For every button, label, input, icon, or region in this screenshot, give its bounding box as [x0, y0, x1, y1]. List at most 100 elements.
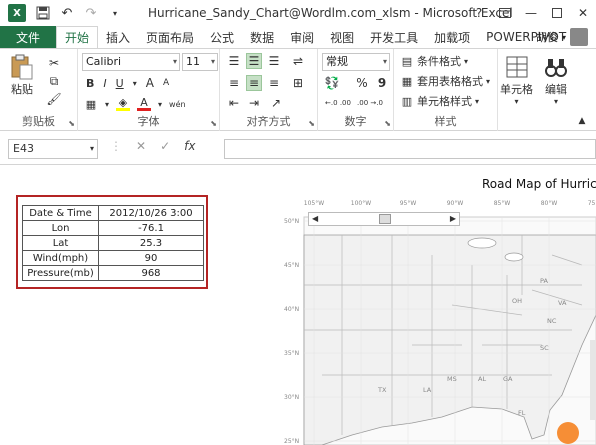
row-value[interactable]: -76.1	[98, 220, 204, 236]
wrap-text-icon[interactable]: ⇌	[290, 53, 306, 69]
grow-font-button[interactable]: A	[146, 76, 154, 90]
tab-addins[interactable]: 加载项	[426, 26, 478, 48]
row-value[interactable]: 2012/10/26 3:00	[98, 205, 204, 221]
number-group-label: 数字	[344, 115, 367, 128]
increase-indent-icon[interactable]: ⇥	[246, 95, 262, 111]
clipboard-icon	[8, 53, 36, 81]
copy-icon[interactable]: ⧉	[46, 73, 62, 89]
latitude-tick-label: 45°N	[284, 262, 299, 269]
dialog-launcher-icon[interactable]: ⬊	[210, 119, 217, 128]
increase-decimal-button[interactable]: ←.0 .00	[324, 95, 352, 111]
name-box[interactable]: E43 ▾	[8, 139, 98, 159]
cancel-icon[interactable]: ✕	[136, 139, 146, 153]
cell-styles-button[interactable]: ▥ 单元格样式 ▾	[400, 93, 479, 109]
help-icon[interactable]: ?	[466, 0, 492, 26]
redo-icon[interactable]: ↷	[82, 4, 100, 22]
scroll-left-icon[interactable]: ◀	[312, 214, 318, 223]
tab-data[interactable]: 数据	[242, 26, 282, 48]
format-table-button[interactable]: ▦ 套用表格格式 ▾	[400, 73, 490, 89]
row-label[interactable]: Pressure(mb)	[22, 265, 99, 281]
longitude-tick-label: 105°W	[304, 200, 324, 207]
paste-button[interactable]: 粘贴	[8, 53, 36, 97]
shrink-font-button[interactable]: A	[163, 78, 169, 88]
font-name-select[interactable]: Calibri ▾	[82, 53, 180, 71]
data-table: Date & Time 2012/10/26 3:00 Lon -76.1 Lat 25.…	[16, 195, 208, 289]
close-icon[interactable]: ✕	[570, 0, 596, 26]
insert-function-icon[interactable]: fx	[184, 139, 195, 153]
ribbon: 粘贴 ✂ ⧉ 🖌 剪贴板 ⬊ Calibri ▾ 11 ▾ B I U ▾ A …	[0, 48, 596, 131]
longitude-tick-label: 95°W	[400, 200, 417, 207]
align-left-icon[interactable]: ≡	[226, 75, 242, 91]
bold-button[interactable]: B	[86, 77, 94, 90]
underline-button[interactable]: U	[116, 77, 124, 90]
vertical-scrollbar[interactable]	[590, 340, 596, 420]
dialog-launcher-icon[interactable]: ⬊	[308, 119, 315, 128]
scroll-right-icon[interactable]: ▶	[450, 214, 456, 223]
percent-button[interactable]: %	[354, 75, 370, 91]
formula-input[interactable]	[224, 139, 596, 159]
decrease-indent-icon[interactable]: ⇤	[226, 95, 242, 111]
row-value[interactable]: 90	[98, 250, 204, 266]
orientation-icon[interactable]: ↗	[268, 95, 284, 111]
align-bottom-icon[interactable]: ☰	[266, 53, 282, 69]
align-top-icon[interactable]: ☰	[226, 53, 242, 69]
maximize-icon[interactable]	[544, 0, 570, 26]
tab-file[interactable]: 文件	[0, 26, 56, 48]
minimize-icon[interactable]: —	[518, 0, 544, 26]
currency-icon[interactable]: 💱	[324, 75, 340, 91]
tab-page-layout[interactable]: 页面布局	[138, 26, 202, 48]
number-format-select[interactable]: 常规 ▾	[322, 53, 390, 71]
save-icon[interactable]	[34, 4, 52, 22]
align-center-icon[interactable]: ≡	[246, 75, 262, 91]
align-middle-icon[interactable]: ☰	[246, 53, 262, 69]
editing-button[interactable]: 编辑 ▾	[542, 53, 570, 106]
row-label[interactable]: Date & Time	[22, 205, 99, 221]
row-value[interactable]: 968	[98, 265, 204, 281]
storm-position-marker[interactable]	[557, 422, 579, 444]
phonetic-button[interactable]: wén	[169, 100, 186, 109]
customize-icon[interactable]: ▾	[106, 4, 124, 22]
align-right-icon[interactable]: ≡	[266, 75, 282, 91]
tab-home[interactable]: 开始	[56, 26, 99, 48]
scroll-thumb[interactable]	[379, 214, 391, 224]
font-size-select[interactable]: 11 ▾	[182, 53, 218, 71]
italic-button[interactable]: I	[103, 77, 106, 90]
dialog-launcher-icon[interactable]: ⬊	[68, 119, 75, 128]
merge-center-icon[interactable]: ⊞	[290, 75, 306, 91]
user-account[interactable]: 胡俊 ▾	[536, 26, 588, 48]
row-label[interactable]: Wind(mph)	[22, 250, 99, 266]
ribbon-tabs: 文件 开始 插入 页面布局 公式 数据 审阅 视图 开发工具 加载项 POWER…	[0, 26, 596, 48]
alignment-group-label: 对齐方式	[246, 115, 291, 128]
collapse-ribbon-icon[interactable]: ▲	[574, 113, 590, 129]
worksheet[interactable]: Date & Time 2012/10/26 3:00 Lon -76.1 Lat 25.…	[0, 165, 596, 445]
comma-button[interactable]: 9	[374, 75, 390, 91]
format-painter-icon[interactable]: 🖌	[46, 91, 62, 107]
dialog-launcher-icon[interactable]: ⬊	[384, 119, 391, 128]
cut-icon[interactable]: ✂	[46, 55, 62, 71]
row-label[interactable]: Lat	[22, 235, 99, 251]
undo-icon[interactable]: ↶	[58, 4, 76, 22]
conditional-format-button[interactable]: ▤ 条件格式 ▾	[400, 53, 468, 69]
longitude-tick-label: 75°W	[588, 200, 596, 207]
row-label[interactable]: Lon	[22, 220, 99, 236]
enter-icon[interactable]: ✓	[160, 139, 170, 153]
tab-developer[interactable]: 开发工具	[362, 26, 426, 48]
chevron-down-icon: ▾	[210, 57, 215, 66]
chevron-down-icon: ▾	[514, 97, 519, 106]
tab-review[interactable]: 审阅	[282, 26, 322, 48]
font-group: Calibri ▾ 11 ▾ B I U ▾ A A ▦ ▾ ◈ A ▾ wén…	[78, 49, 220, 131]
map-scroll-control[interactable]: ◀ ▶	[308, 212, 460, 226]
chart-title: Road Map of Hurric	[482, 177, 596, 191]
restore-icon[interactable]	[492, 0, 518, 26]
longitude-tick-label: 100°W	[351, 200, 371, 207]
font-color-button[interactable]: A	[137, 96, 152, 111]
tab-view[interactable]: 视图	[322, 26, 362, 48]
tab-insert[interactable]: 插入	[98, 26, 138, 48]
border-icon[interactable]: ▦	[84, 97, 98, 111]
decrease-decimal-button[interactable]: .00 →.0	[356, 95, 384, 111]
fill-color-icon[interactable]: ◈	[116, 96, 131, 111]
cells-button[interactable]: 单元格 ▾	[500, 53, 533, 106]
more-icon: ⋮	[110, 139, 122, 153]
row-value[interactable]: 25.3	[98, 235, 204, 251]
tab-formulas[interactable]: 公式	[202, 26, 242, 48]
